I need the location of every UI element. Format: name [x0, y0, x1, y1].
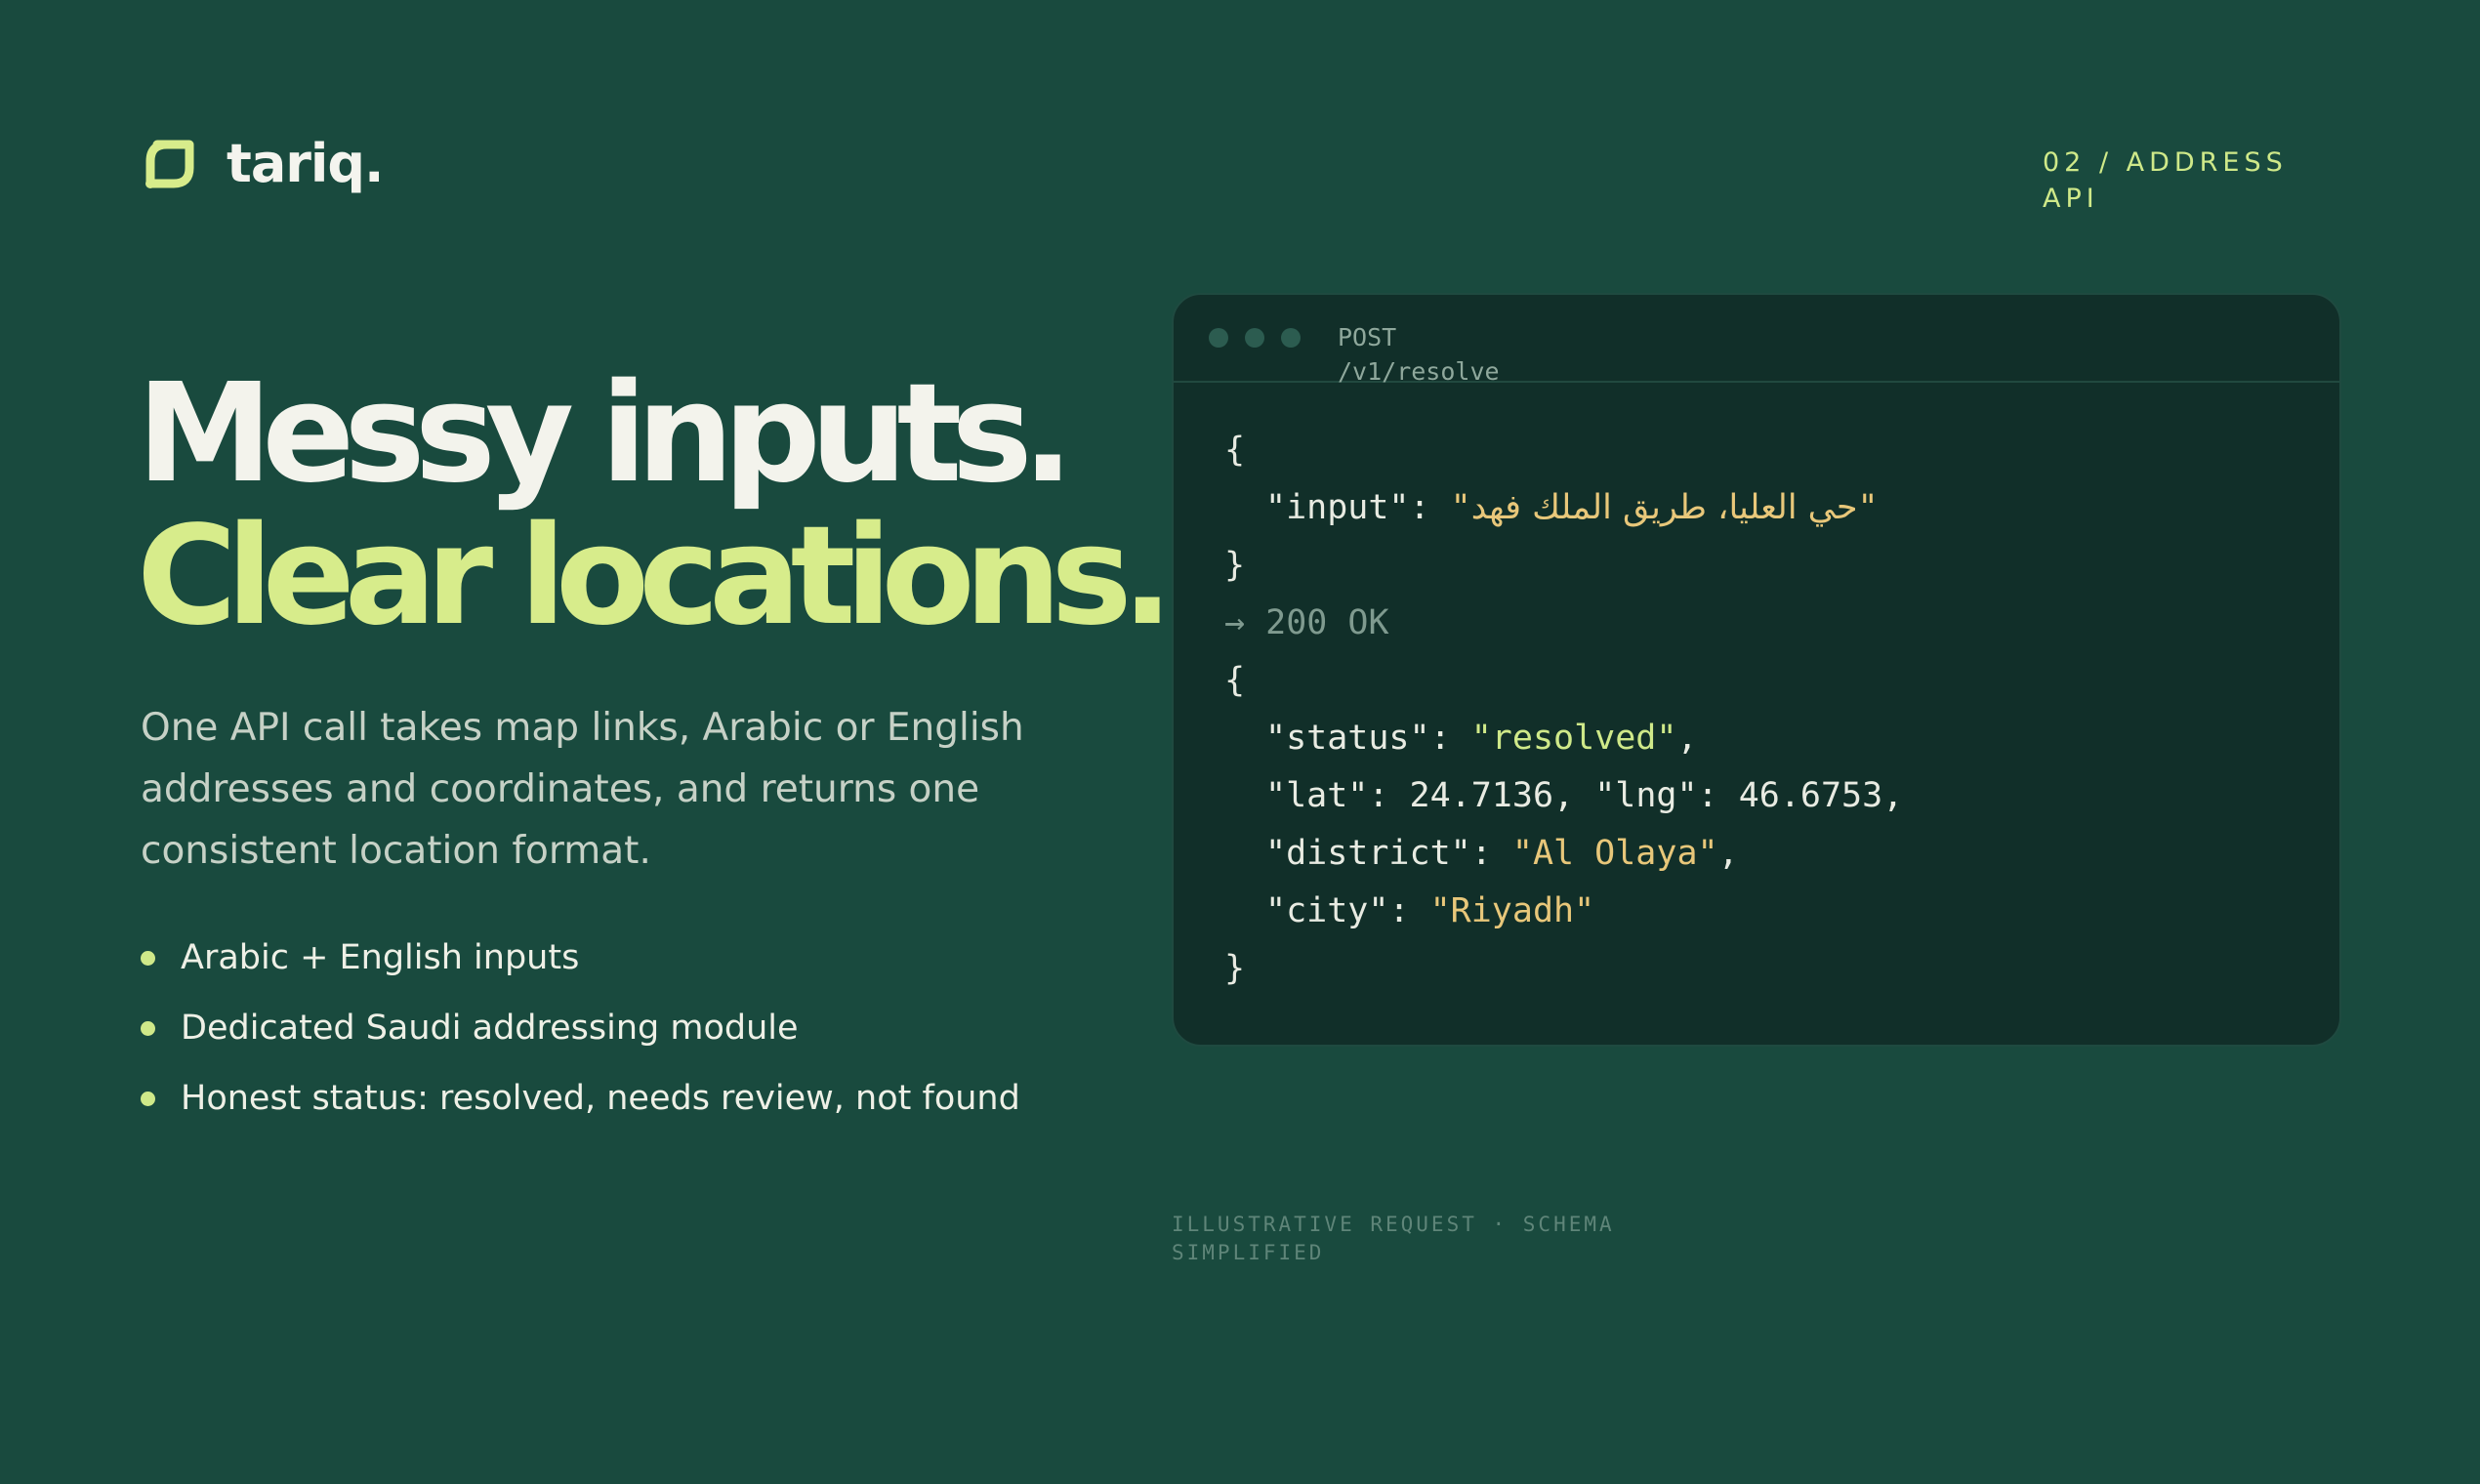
json-brace: { — [1224, 431, 1246, 470]
bullet-icon — [141, 1020, 155, 1036]
json-string: "resolved" — [1470, 719, 1677, 758]
feature-item: Arabic + English inputs — [141, 923, 1020, 993]
json-key: "status" — [1265, 719, 1430, 758]
json-string: "Riyadh" — [1429, 891, 1595, 930]
json-key: "lat" — [1265, 776, 1369, 815]
code-line: "input": "حي العليا، طريق الملك فهد" — [1265, 488, 1879, 527]
code-line: "district": "Al Olaya", — [1265, 834, 1739, 873]
headline-line-1: Messy inputs. — [137, 354, 1074, 514]
section-label: 02 / ADDRESS API — [2043, 147, 2288, 214]
lede-paragraph: One API call takes map links, Arabic or … — [141, 706, 1024, 873]
feature-text: Arabic + English inputs — [181, 938, 580, 977]
window-dot-icon — [1281, 328, 1301, 348]
window-dot-icon — [1209, 328, 1228, 348]
code-line: { — [1224, 422, 1903, 479]
feature-list: Arabic + English inputs Dedicated Saudi … — [141, 923, 1020, 1134]
json-brace: } — [1224, 949, 1246, 988]
bullet-icon — [141, 1091, 155, 1106]
feature-item: Honest status: resolved, needs review, n… — [141, 1063, 1020, 1134]
json-number: 46.6753 — [1738, 776, 1883, 815]
brand: tariq. — [141, 133, 385, 194]
json-key: "input" — [1265, 488, 1410, 527]
feature-text: Honest status: resolved, needs review, n… — [181, 1079, 1020, 1118]
code-line: "lat": 24.7136, "lng": 46.6753, — [1265, 776, 1904, 815]
brand-name: tariq. — [227, 133, 385, 194]
code-body: { "input": "حي العليا، طريق الملك فهد" }… — [1224, 422, 1903, 998]
json-brace: { — [1224, 661, 1246, 700]
code-line: "status": "resolved", — [1265, 719, 1698, 758]
code-window: POST /v1/resolve { "input": "حي العليا، … — [1172, 293, 2341, 1047]
json-key: "district" — [1265, 834, 1471, 873]
code-line: } — [1224, 940, 1903, 998]
response-status-line: → 200 OK — [1224, 603, 1389, 642]
json-key: "lng" — [1594, 776, 1698, 815]
code-line: "city": "Riyadh" — [1265, 891, 1595, 930]
endpoint-path: /v1/resolve — [1338, 357, 1500, 386]
headline: Messy inputs. Clear locations. — [137, 354, 1174, 656]
feature-item: Dedicated Saudi addressing module — [141, 993, 1020, 1063]
json-string: "حي العليا، طريق الملك فهد" — [1450, 488, 1879, 527]
http-method: POST — [1338, 323, 1397, 351]
code-line: } — [1224, 537, 1903, 595]
endpoint: POST /v1/resolve — [1338, 320, 1500, 389]
code-window-header: POST /v1/resolve — [1174, 295, 2339, 386]
feature-text: Dedicated Saudi addressing module — [181, 1009, 799, 1048]
arabic-address-value: حي العليا، طريق الملك فهد — [1470, 488, 1858, 527]
window-dot-icon — [1245, 328, 1264, 348]
bullet-icon — [141, 950, 155, 966]
json-key: "city" — [1265, 891, 1389, 930]
tariq-logo-icon — [145, 140, 194, 188]
footnote: ILLUSTRATIVE REQUEST · SCHEMA SIMPLIFIED — [1172, 1213, 1615, 1264]
json-string: "Al Olaya" — [1511, 834, 1718, 873]
json-number: 24.7136 — [1409, 776, 1554, 815]
json-brace: } — [1224, 546, 1246, 585]
headline-line-2: Clear locations. — [137, 497, 1174, 656]
code-line: { — [1224, 652, 1903, 710]
